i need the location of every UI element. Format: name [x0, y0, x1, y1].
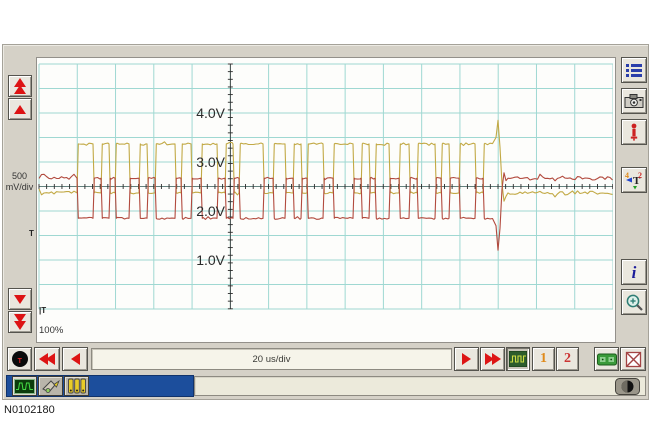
scope-tab-button[interactable]: [12, 376, 37, 396]
up-arrow-icon: [14, 105, 26, 114]
svg-text:T: T: [17, 358, 22, 365]
marker-button[interactable]: [621, 119, 647, 145]
trigger-time-marker: |T: [39, 307, 46, 315]
zoom-percent-label: 100%: [39, 325, 69, 336]
list-button[interactable]: [621, 57, 647, 83]
left-arrow-icon: [71, 353, 80, 365]
trace-yellow: [39, 120, 613, 201]
channel-1-label: 1: [540, 351, 547, 367]
oscilloscope-widget: 500 mV/div T 4.0V 3.0V 2.0V 1.0V |T 100%: [2, 44, 649, 400]
trigger-setup-button[interactable]: T 2 4: [621, 167, 647, 193]
double-up-arrow-icon: [14, 79, 26, 93]
snapshot-button[interactable]: [621, 88, 647, 114]
waveform-icon: [509, 351, 527, 367]
scope-plot-svg: 4.0V 3.0V 2.0V 1.0V: [37, 58, 613, 340]
record-circle-icon: T: [11, 350, 29, 368]
fast-forward-button[interactable]: [480, 347, 505, 371]
voltage-axis-label: 4.0V: [196, 105, 225, 121]
scroll-up-button[interactable]: [8, 98, 32, 120]
tools-tab-button[interactable]: [38, 376, 63, 396]
contrast-icon: [615, 378, 640, 395]
vertical-scale-unit: mV/div: [3, 182, 36, 193]
connector-button[interactable]: [594, 347, 619, 371]
list-icon: [625, 62, 643, 78]
double-right-arrow-icon: [486, 353, 500, 365]
camera-icon: [624, 93, 644, 109]
trigger-setup-icon: T 2 4: [624, 170, 644, 190]
double-down-arrow-icon: [14, 315, 26, 329]
channel-2-button[interactable]: 2: [556, 347, 579, 371]
double-left-arrow-icon: [40, 353, 54, 365]
rewind-button[interactable]: [34, 347, 60, 371]
scope-display: 4.0V 3.0V 2.0V 1.0V: [36, 57, 616, 343]
hand-tools-icon: [41, 378, 61, 394]
magnifier-plus-icon: [625, 293, 644, 312]
vertical-scale-value: 500: [3, 171, 36, 182]
info-button[interactable]: i: [621, 259, 647, 285]
record-button[interactable]: T: [7, 347, 32, 371]
timebase-value: 20 us/div: [252, 354, 290, 365]
vertical-scale-label: 500 mV/div: [3, 171, 36, 193]
play-button[interactable]: [454, 347, 479, 371]
zoom-in-button[interactable]: [621, 289, 647, 315]
person-marker-icon: [628, 123, 640, 141]
trigger-position-line: [228, 64, 233, 309]
data-tab-button[interactable]: [64, 376, 89, 396]
scroll-up-fast-button[interactable]: [8, 75, 32, 97]
status-message-area: [194, 376, 646, 396]
voltage-axis-label: 1.0V: [196, 252, 225, 268]
scroll-down-button[interactable]: [8, 288, 32, 310]
trigger-level-marker: T: [29, 230, 34, 238]
down-arrow-icon: [14, 295, 26, 304]
channel-2-label: 2: [564, 351, 571, 367]
channel-1-button[interactable]: 1: [532, 347, 555, 371]
svg-text:2: 2: [638, 171, 642, 180]
scope-icon: [14, 379, 35, 394]
voltage-axis-label: 3.0V: [196, 154, 225, 170]
data-columns-icon: [67, 378, 87, 394]
close-grid-button[interactable]: [620, 347, 646, 371]
scroll-down-fast-button[interactable]: [8, 311, 32, 333]
waveform-mode-button[interactable]: [506, 347, 530, 371]
page: { "caption": "N0102180", "scope": { "ver…: [0, 0, 650, 426]
time-axis: [39, 184, 613, 189]
timebase-readout: 20 us/div: [91, 348, 452, 370]
connector-icon: [597, 352, 617, 367]
figure-caption: N0102180: [4, 404, 55, 416]
voltage-axis-label: 2.0V: [196, 203, 225, 219]
contrast-control[interactable]: [615, 378, 640, 395]
svg-text:4: 4: [625, 171, 629, 180]
info-icon: i: [632, 264, 637, 281]
step-back-button[interactable]: [62, 347, 88, 371]
right-arrow-icon: [462, 353, 471, 365]
crossed-box-icon: [624, 350, 643, 369]
